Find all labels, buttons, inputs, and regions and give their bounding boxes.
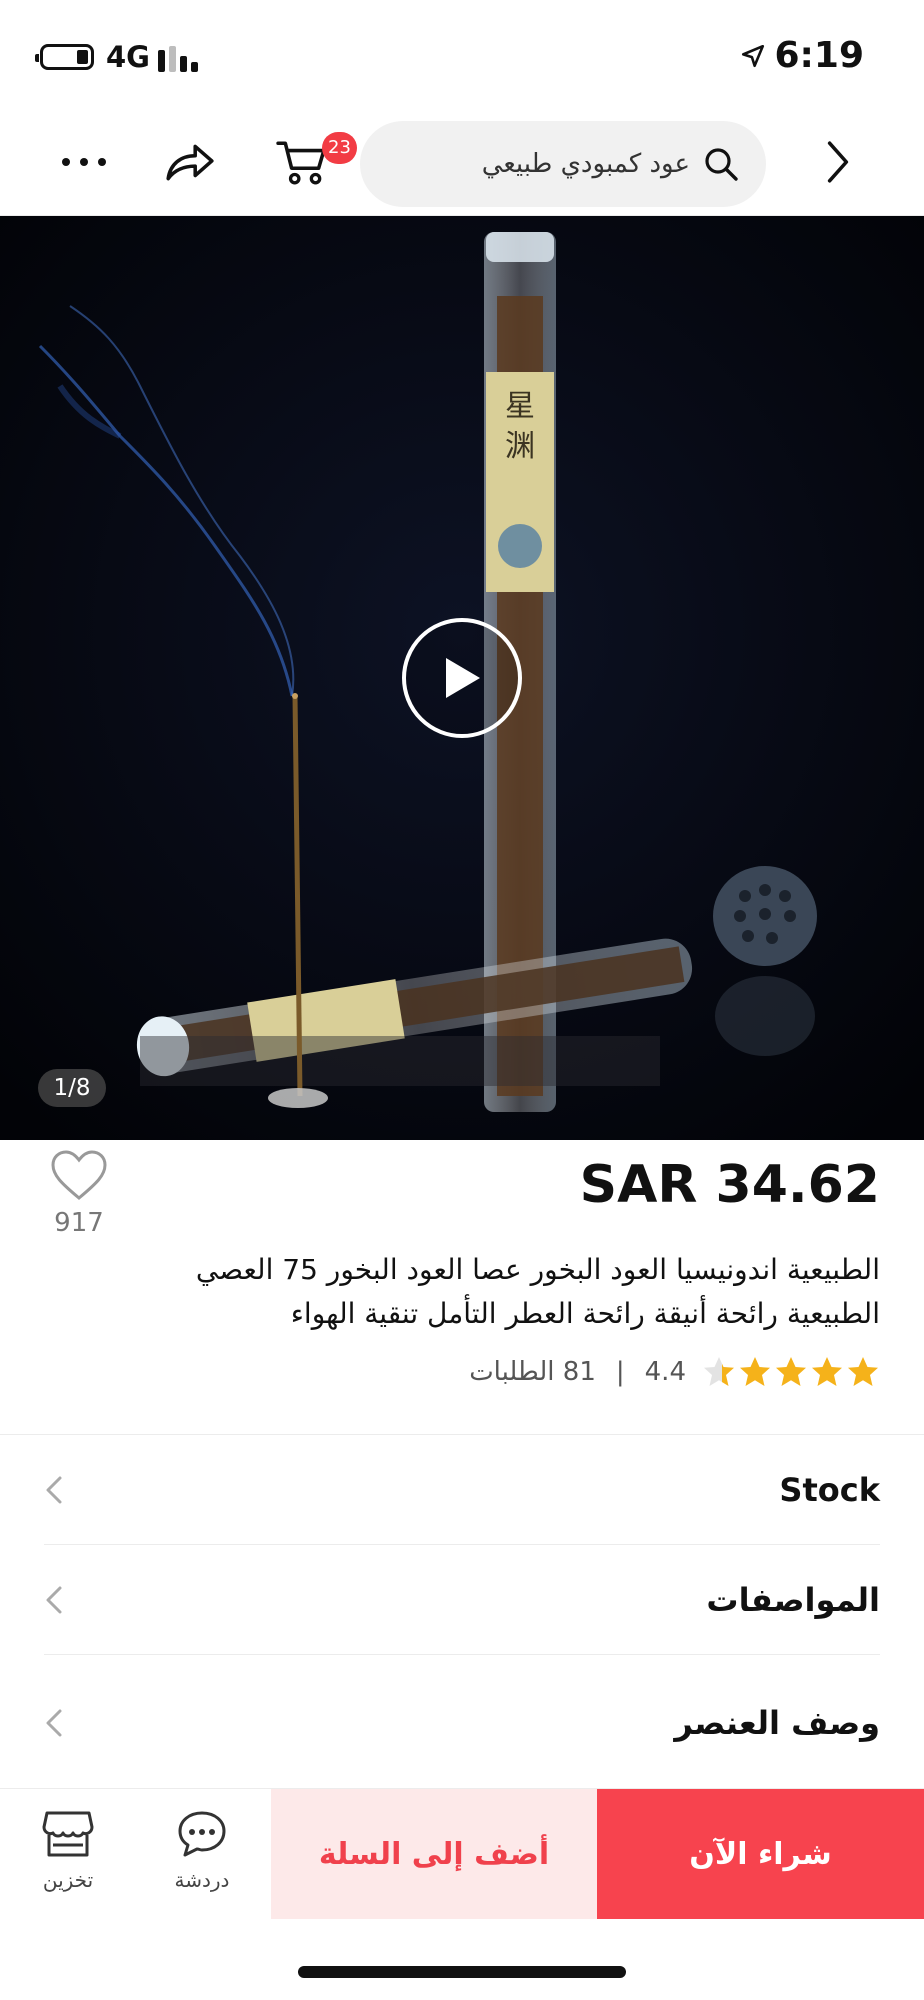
search-icon: [705, 148, 738, 181]
star-icon: [704, 1357, 734, 1386]
network-type: 4G: [106, 40, 150, 74]
star-icon: [848, 1357, 878, 1386]
svg-text:渊: 渊: [505, 429, 535, 464]
status-time: 6:19: [774, 35, 864, 76]
section-label: وصف العنصر: [674, 1704, 880, 1742]
home-indicator[interactable]: [298, 1966, 626, 1978]
back-button[interactable]: [806, 130, 870, 194]
top-nav: 23: [0, 112, 924, 216]
more-icon: [62, 158, 106, 166]
favorite-button[interactable]: 917: [44, 1148, 114, 1240]
play-video-button[interactable]: [402, 618, 522, 738]
store-icon: [42, 1811, 94, 1857]
share-icon: [166, 144, 214, 181]
search-box[interactable]: [360, 121, 766, 207]
cart-icon: [276, 141, 326, 185]
more-button[interactable]: [52, 130, 116, 194]
favorite-count: 917: [54, 1208, 104, 1238]
search-input[interactable]: [400, 149, 690, 179]
chevron-left-icon: [44, 1584, 64, 1616]
rating-separator: |: [615, 1357, 625, 1387]
rating-value: 4.4: [644, 1357, 686, 1387]
orders-count: 81 الطلبات: [469, 1357, 596, 1387]
svg-text:星: 星: [505, 389, 535, 424]
specifications-row[interactable]: المواصفات: [44, 1545, 880, 1655]
chat-button[interactable]: دردشة: [158, 1807, 246, 1893]
location-arrow-icon: [742, 44, 765, 68]
section-label: المواصفات: [706, 1580, 880, 1619]
chevron-left-icon: [44, 1707, 64, 1739]
star-icon: [740, 1357, 770, 1386]
status-bar: 4G 6:19: [0, 0, 924, 112]
star-icon: [812, 1357, 842, 1386]
chat-icon: [178, 1811, 226, 1857]
heart-icon: [51, 1150, 107, 1200]
stock-row[interactable]: Stock: [44, 1435, 880, 1545]
image-counter: 1/8: [38, 1069, 106, 1107]
cart-count-badge: 23: [322, 132, 357, 164]
rating-stars: [702, 1355, 880, 1389]
item-description-row[interactable]: وصف العنصر: [44, 1668, 880, 1778]
store-label: تخزين: [42, 1868, 94, 1892]
clock-area: 6:19: [740, 34, 864, 78]
chevron-left-icon: [44, 1474, 64, 1506]
product-title: الطبيعية اندونيسيا العود البخور عصا العو…: [195, 1253, 880, 1330]
battery-icon: [35, 44, 94, 70]
buy-now-button[interactable]: شراء الآن: [597, 1789, 924, 1919]
product-price: SAR 34.62: [579, 1155, 880, 1215]
chat-label: دردشة: [174, 1868, 230, 1892]
signal-icon: [158, 44, 200, 72]
store-button[interactable]: تخزين: [24, 1807, 112, 1893]
section-label: Stock: [779, 1470, 880, 1509]
bottom-action-bar: تخزين دردشة أضف إلى السلة شراء الآن: [0, 1788, 924, 1919]
product-image-gallery[interactable]: 星 渊 1/8: [0, 216, 924, 1140]
rating-row[interactable]: 4.4 | 81 الطلبات: [469, 1352, 880, 1392]
chevron-right-icon: [827, 141, 849, 183]
play-icon: [446, 658, 480, 698]
add-to-cart-button[interactable]: أضف إلى السلة: [271, 1789, 597, 1919]
share-button[interactable]: [158, 130, 222, 194]
star-icon: [776, 1357, 806, 1386]
